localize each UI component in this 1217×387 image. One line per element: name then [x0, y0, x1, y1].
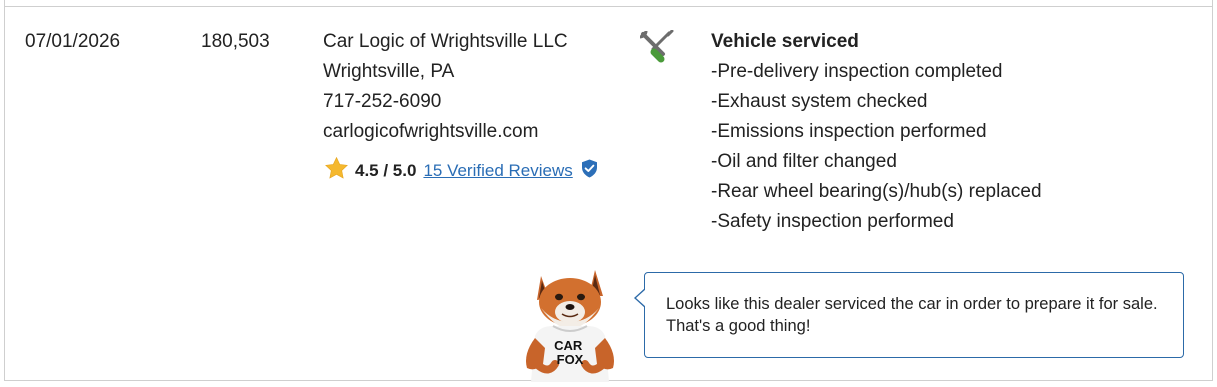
service-heading: Vehicle serviced [711, 31, 859, 52]
dealer-name: Car Logic of Wrightsville LLC [323, 31, 568, 52]
tip-message: Looks like this dealer serviced the car … [666, 295, 1158, 335]
mascot-shirt-text: CAR FOX [554, 338, 586, 367]
service-details: Vehicle serviced -Pre-delivery inspectio… [711, 27, 1042, 237]
star-icon [324, 156, 349, 186]
dealer-location: Wrightsville, PA [323, 61, 455, 82]
service-item: -Emissions inspection performed [711, 121, 987, 142]
service-item: -Exhaust system checked [711, 91, 928, 112]
dealer-rating: 4.5 / 5.0 15 Verified Reviews [324, 156, 598, 186]
service-item: -Rear wheel bearing(s)/hub(s) replaced [711, 181, 1042, 202]
service-item: -Pre-delivery inspection completed [711, 61, 1003, 82]
wrench-screwdriver-icon [639, 29, 675, 69]
service-item: -Safety inspection performed [711, 211, 954, 232]
service-item: -Oil and filter changed [711, 151, 897, 172]
dealer-info: Car Logic of Wrightsville LLC Wrightsvil… [323, 27, 568, 147]
rating-score: 4.5 / 5.0 [355, 161, 417, 180]
verified-reviews-link[interactable]: 15 Verified Reviews [423, 161, 572, 181]
carfox-mascot: CAR FOX [517, 264, 621, 387]
carfox-tip-bubble: Looks like this dealer serviced the car … [634, 272, 1184, 358]
dealer-phone: 717-252-6090 [323, 91, 442, 112]
mascot-shirt-line: CAR [554, 338, 583, 353]
bubble-tail-fill [636, 289, 646, 307]
mascot-shirt-line: FOX [557, 352, 584, 367]
service-date: 07/01/2026 [25, 31, 121, 52]
odometer-reading: 180,503 [201, 31, 270, 52]
dealer-website: carlogicofwrightsville.com [323, 121, 539, 142]
verified-shield-icon [581, 159, 598, 183]
